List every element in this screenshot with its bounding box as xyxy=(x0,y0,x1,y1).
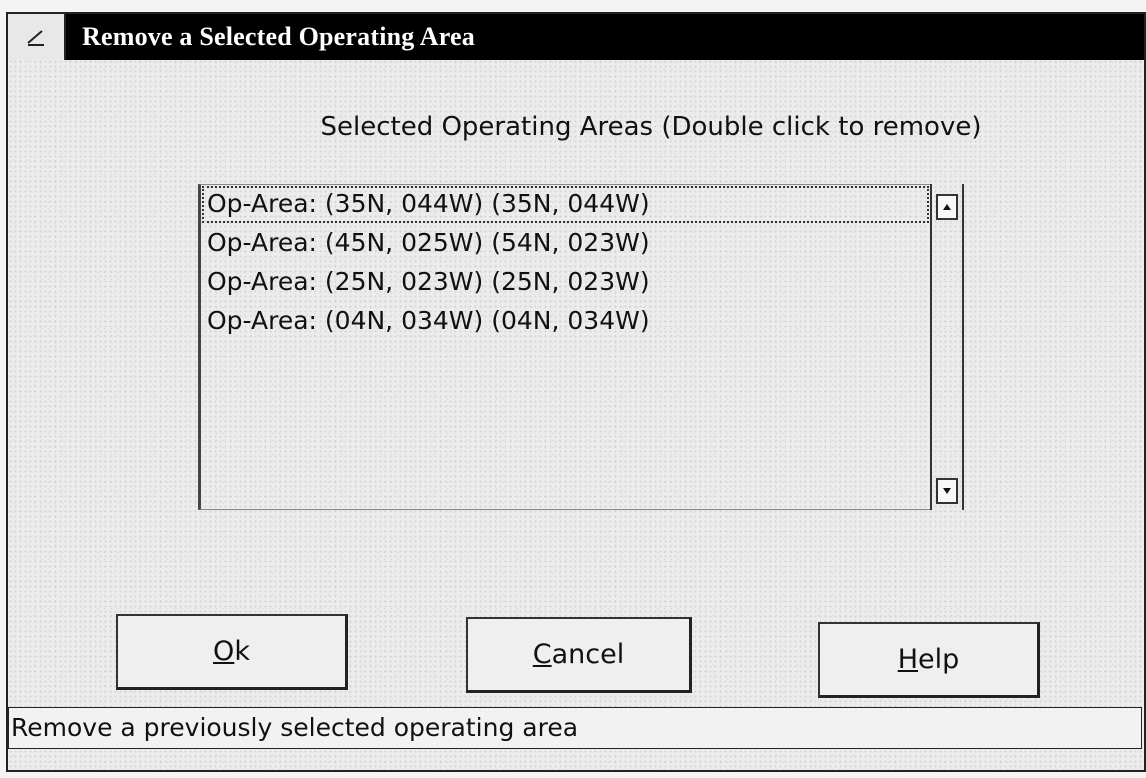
arrow-down-icon xyxy=(943,488,951,494)
window-title: Remove a Selected Operating Area xyxy=(82,22,475,51)
list-scrollbar[interactable] xyxy=(930,184,964,510)
system-menu-button[interactable] xyxy=(8,14,66,60)
cancel-mnemonic: C xyxy=(532,639,552,670)
list-item[interactable]: Op-Area: (45N, 025W) (54N, 023W) xyxy=(201,224,930,263)
status-bar: Remove a previously selected operating a… xyxy=(8,707,1142,749)
help-mnemonic: H xyxy=(897,644,919,675)
help-button[interactable]: Help xyxy=(818,622,1040,698)
system-menu-icon xyxy=(27,30,44,46)
operating-area-list[interactable]: Op-Area: (35N, 044W) (35N, 044W) Op-Area… xyxy=(198,184,930,510)
list-item[interactable]: Op-Area: (25N, 023W) (25N, 023W) xyxy=(201,263,930,302)
list-item[interactable]: Op-Area: (04N, 034W) (04N, 034W) xyxy=(201,302,930,341)
cancel-button[interactable]: Cancel xyxy=(466,617,692,693)
dialog-window: Remove a Selected Operating Area Selecte… xyxy=(6,12,1146,772)
title-bar[interactable]: Remove a Selected Operating Area xyxy=(8,14,1144,60)
ok-button[interactable]: Ok xyxy=(116,614,348,690)
list-item[interactable]: Op-Area: (35N, 044W) (35N, 044W) xyxy=(201,185,930,224)
ok-mnemonic: O xyxy=(213,636,235,667)
list-heading: Selected Operating Areas (Double click t… xyxy=(320,112,982,142)
scroll-up-button[interactable] xyxy=(936,194,958,220)
ok-label-rest: k xyxy=(234,636,250,667)
title-strip: Remove a Selected Operating Area xyxy=(66,14,1144,60)
cancel-label-rest: ancel xyxy=(551,639,625,670)
help-label-rest: elp xyxy=(918,644,960,675)
scroll-down-button[interactable] xyxy=(936,478,958,504)
arrow-up-icon xyxy=(943,204,951,210)
